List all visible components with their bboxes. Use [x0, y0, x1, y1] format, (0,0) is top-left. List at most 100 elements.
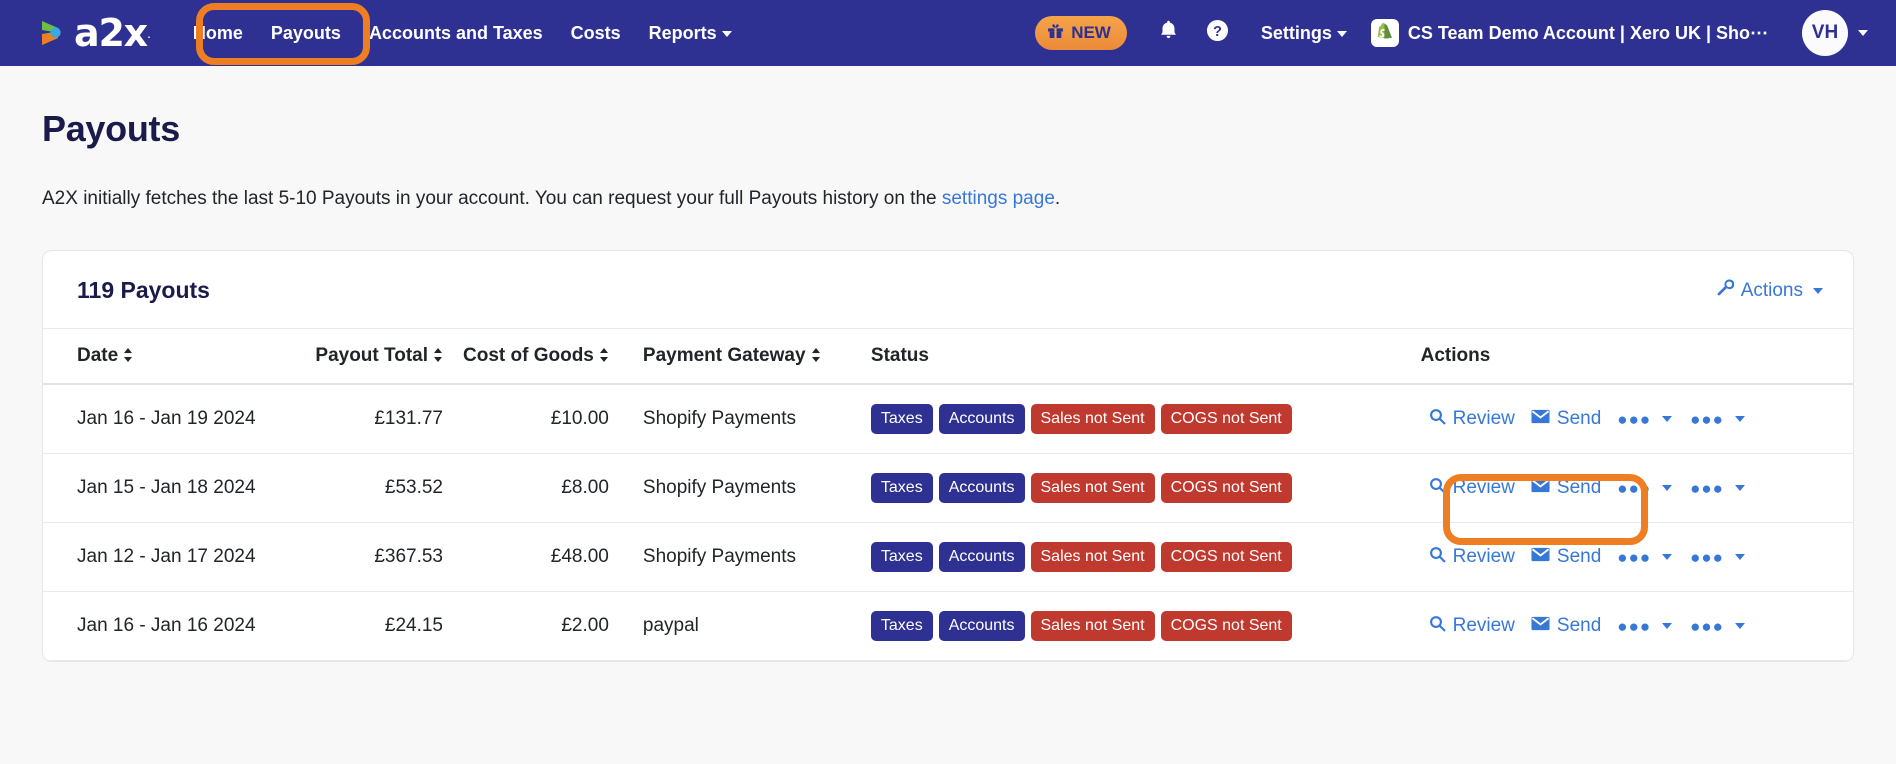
cell-cost-of-goods: £8.00: [453, 453, 619, 523]
magnifier-icon: [1429, 408, 1446, 431]
table-row[interactable]: Jan 16 - Jan 19 2024 £131.77 £10.00 Shopify…: [43, 384, 1853, 454]
question-circle-icon: ?: [1206, 19, 1229, 48]
status-badge: COGS not Sent: [1160, 473, 1292, 503]
envelope-icon: [1531, 477, 1550, 499]
status-badge: Accounts: [938, 542, 1025, 572]
chevron-down-icon: [1813, 287, 1823, 294]
page-description-suffix: .: [1054, 188, 1061, 209]
new-badge-button[interactable]: NEW: [1035, 16, 1127, 50]
review-label: Review: [1452, 615, 1515, 636]
table-row[interactable]: Jan 12 - Jan 17 2024 £367.53 £48.00 Shopify…: [43, 522, 1853, 592]
settings-page-link[interactable]: settings page: [942, 188, 1055, 209]
status-badge: Accounts: [938, 473, 1025, 503]
main-nav: Home Payouts Accounts and Taxes Costs Re…: [179, 17, 746, 50]
row-action-group: Review Send ●●● ●●●: [1409, 477, 1843, 500]
payouts-card-header: 119 Payouts Actions: [43, 251, 1853, 329]
column-header-cost-of-goods[interactable]: Cost of Goods: [453, 329, 619, 385]
payouts-count-title: 119 Payouts: [77, 277, 210, 303]
card-actions-label: Actions: [1740, 279, 1803, 301]
column-header-payment-gateway[interactable]: Payment Gateway: [618, 329, 849, 385]
send-label: Send: [1556, 477, 1602, 498]
row-overflow-menu-1[interactable]: ●●●: [1617, 618, 1673, 635]
send-label: Send: [1556, 615, 1602, 636]
chevron-down-icon: [1662, 416, 1673, 422]
send-button[interactable]: Send: [1531, 408, 1601, 430]
page-description-prefix: A2X initially fetches the last 5-10 Payo…: [42, 188, 942, 209]
bell-icon: [1159, 19, 1178, 47]
status-badge: Taxes: [870, 542, 933, 572]
send-button[interactable]: Send: [1531, 615, 1601, 637]
envelope-icon: [1531, 546, 1550, 568]
settings-menu[interactable]: Settings: [1243, 23, 1359, 44]
column-header-payout-total-label: Payout Total: [315, 345, 428, 366]
ellipsis-icon: ●●●: [1690, 547, 1724, 567]
review-button[interactable]: Review: [1429, 408, 1515, 431]
chevron-down-icon: [721, 30, 732, 37]
magnifier-icon: [1429, 615, 1446, 638]
cell-payout-total: £24.15: [273, 591, 453, 661]
chevron-down-icon: [1734, 623, 1745, 629]
cell-status: Taxes Accounts Sales not Sent COGS not Sent: [848, 384, 1399, 454]
wrench-icon: [1717, 279, 1735, 302]
sort-icon: [811, 347, 821, 363]
nav-item-accounts-and-taxes[interactable]: Accounts and Taxes: [355, 17, 557, 50]
new-badge-label: NEW: [1071, 23, 1111, 42]
review-button[interactable]: Review: [1429, 477, 1515, 500]
notifications-button[interactable]: [1145, 19, 1192, 47]
column-header-payment-gateway-label: Payment Gateway: [642, 345, 806, 366]
ellipsis-icon: ●●●: [1617, 478, 1652, 498]
cell-payment-gateway: Shopify Payments: [618, 453, 849, 523]
nav-item-reports[interactable]: Reports: [635, 17, 746, 50]
nav-item-costs[interactable]: Costs: [557, 17, 635, 50]
user-menu[interactable]: VH: [1802, 10, 1868, 56]
chevron-down-icon: [1662, 554, 1673, 560]
gift-icon: [1047, 22, 1064, 44]
cell-actions: Review Send ●●● ●●●: [1398, 522, 1853, 592]
status-badge: COGS not Sent: [1160, 404, 1292, 434]
chevron-down-icon: [1662, 485, 1673, 491]
settings-label: Settings: [1260, 22, 1332, 43]
row-overflow-menu-1[interactable]: ●●●: [1617, 478, 1673, 498]
cell-status: Taxes Accounts Sales not Sent COGS not Sent: [848, 453, 1399, 523]
status-badge: Accounts: [938, 404, 1025, 434]
row-overflow-menu-2[interactable]: ●●●: [1690, 618, 1745, 635]
row-overflow-menu-2[interactable]: ●●●: [1690, 411, 1745, 428]
review-button[interactable]: Review: [1429, 615, 1515, 638]
column-header-payout-total[interactable]: Payout Total: [273, 329, 453, 385]
row-overflow-menu-2[interactable]: ●●●: [1690, 480, 1745, 497]
review-button[interactable]: Review: [1429, 546, 1515, 569]
ellipsis-icon: ●●●: [1617, 547, 1652, 567]
help-button[interactable]: ?: [1192, 19, 1243, 48]
row-overflow-menu-1[interactable]: ●●●: [1617, 547, 1673, 567]
table-row[interactable]: Jan 15 - Jan 18 2024 £53.52 £8.00 Shopify P…: [43, 453, 1853, 523]
nav-item-home[interactable]: Home: [179, 17, 257, 50]
column-header-date[interactable]: Date: [43, 329, 273, 385]
card-actions-dropdown[interactable]: Actions: [1717, 279, 1823, 302]
status-badge-group: Taxes Accounts Sales not Sent COGS not Sent: [859, 473, 1389, 503]
cell-payout-total: £131.77: [273, 384, 453, 454]
chevron-down-icon: [1662, 623, 1673, 629]
cell-actions: Review Send ●●● ●●●: [1398, 384, 1853, 454]
send-label: Send: [1556, 546, 1602, 567]
sort-icon: [434, 347, 443, 363]
envelope-icon: [1531, 408, 1550, 430]
payouts-table-body: Jan 16 - Jan 19 2024 £131.77 £10.00 Shopify…: [43, 384, 1853, 661]
table-header-row: Date Payout Total Cost of Goods Payment …: [43, 329, 1853, 385]
cell-status: Taxes Accounts Sales not Sent COGS not Sent: [848, 522, 1399, 592]
status-badge: Sales not Sent: [1030, 542, 1155, 572]
svg-text:?: ?: [1213, 23, 1222, 39]
table-row[interactable]: Jan 16 - Jan 16 2024 £24.15 £2.00 paypal Tax…: [43, 591, 1853, 661]
account-selector[interactable]: CS Team Demo Account | Xero UK | Sho⋯: [1370, 19, 1768, 47]
status-badge: Sales not Sent: [1030, 473, 1155, 503]
status-badge: Sales not Sent: [1030, 404, 1155, 434]
row-overflow-menu-2[interactable]: ●●●: [1690, 549, 1745, 566]
sort-icon: [124, 347, 133, 363]
nav-item-payouts[interactable]: Payouts: [257, 17, 355, 50]
a2x-logo[interactable]: a2x .: [38, 14, 151, 52]
magnifier-icon: [1429, 546, 1446, 569]
row-overflow-menu-1[interactable]: ●●●: [1617, 411, 1673, 428]
cell-date: Jan 15 - Jan 18 2024: [43, 453, 273, 523]
send-button[interactable]: Send: [1531, 546, 1601, 568]
send-button[interactable]: Send: [1531, 477, 1601, 499]
cell-actions: Review Send ●●● ●●●: [1398, 453, 1853, 523]
